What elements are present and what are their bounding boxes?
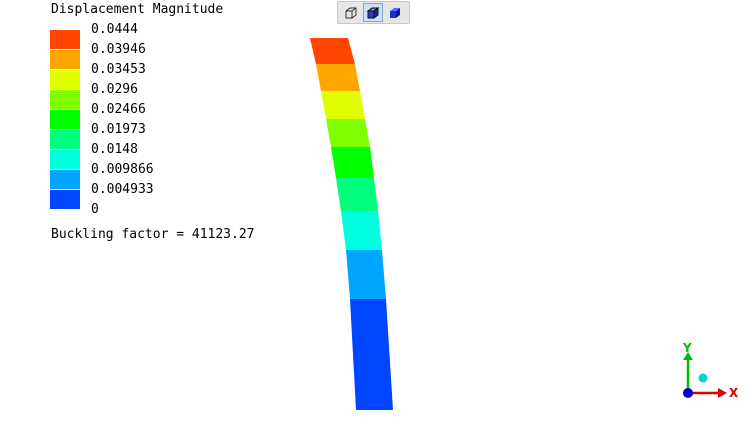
z-axis-dot <box>683 388 693 398</box>
axis-triad <box>683 352 727 398</box>
x-axis-arrow <box>718 388 727 398</box>
triad-marker <box>698 373 708 383</box>
x-axis-label: X <box>729 386 739 400</box>
y-axis-label: Y <box>683 341 692 355</box>
